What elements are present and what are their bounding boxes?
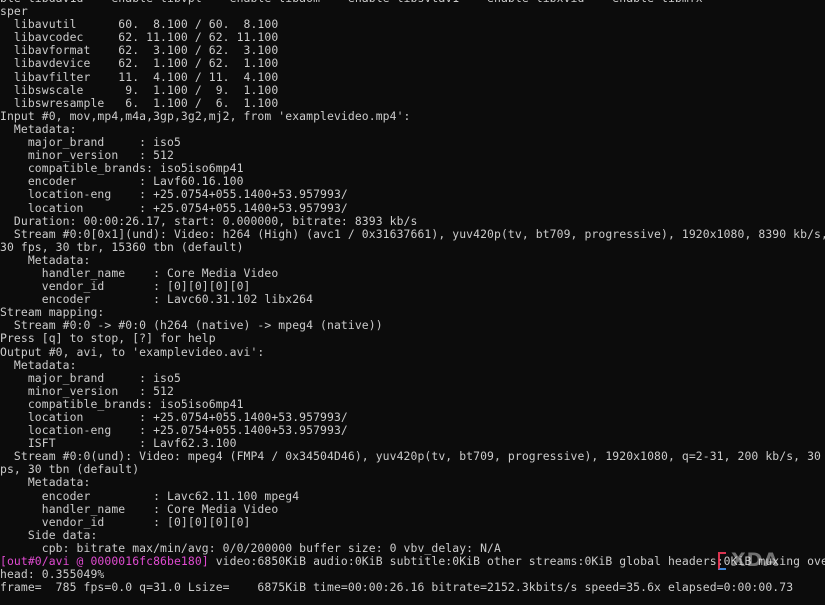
terminal-line-text: Stream #0:0 -> #0:0 (h264 (native) -> mp… xyxy=(0,318,383,333)
terminal-line: frame= 785 fps=0.0 q=31.0 Lsize= 6875KiB… xyxy=(0,581,825,594)
terminal-line-text: Metadata: xyxy=(0,357,77,372)
terminal-line-text: cpb: bitrate max/min/avg: 0/0/200000 buf… xyxy=(0,540,501,555)
terminal-line-text: minor_version : 512 xyxy=(0,383,174,398)
terminal-line-text: 30 fps, 30 tbr, 15360 tbn (default) xyxy=(0,239,244,254)
terminal-line: [out#0/avi @ 0000016fc86be180] video:685… xyxy=(0,554,825,569)
terminal-line-text: sper xyxy=(0,4,28,19)
terminal-line-text: Input #0, mov,mp4,m4a,3gp,3g2,mj2, from … xyxy=(0,108,411,123)
terminal-line-text: compatible_brands: iso5iso6mp41 xyxy=(0,396,244,411)
terminal-line: Output #0, avi, to 'examplevideo.avi': xyxy=(0,344,825,359)
terminal-line-text: handler_name : Core Media Video xyxy=(0,265,279,280)
terminal-line: vendor_id : [0][0][0][0] xyxy=(0,514,825,529)
terminal-line-text: Side data: xyxy=(0,527,98,542)
terminal-line-text: frame= 785 fps=0.0 q=31.0 Lsize= 6875KiB… xyxy=(0,580,794,595)
terminal-line: Input #0, mov,mp4,m4a,3gp,3g2,mj2, from … xyxy=(0,108,825,123)
terminal-line-text: location : +25.0754+055.1400+53.957993/ xyxy=(0,200,348,215)
terminal-line-text: vendor_id : [0][0][0][0] xyxy=(0,514,251,529)
terminal-line-text: head: 0.355049% xyxy=(0,567,105,582)
terminal-line-text: encoder : Lavc60.31.102 libx264 xyxy=(0,292,314,307)
terminal-line-text: handler_name : Core Media Video xyxy=(0,501,279,516)
terminal-line-text: encoder : Lavf60.16.100 xyxy=(0,174,244,189)
terminal-line-text: libavformat 62. 3.100 / 62. 3.100 xyxy=(0,43,279,58)
terminal-line-text: Stream #0:0[0x1](und): Video: h264 (High… xyxy=(0,226,825,241)
terminal-line: ps, 30 tbn (default) xyxy=(0,463,825,476)
terminal-line-text: compatible_brands: iso5iso6mp41 xyxy=(0,161,244,176)
terminal-line-text: encoder : Lavc62.11.100 mpeg4 xyxy=(0,488,300,503)
terminal-line-text: ISFT : Lavf62.3.100 xyxy=(0,436,237,451)
terminal-line-text: Stream #0:0(und): Video: mpeg4 (FMP4 / 0… xyxy=(0,449,825,464)
terminal-line-text: vendor_id : [0][0][0][0] xyxy=(0,279,251,294)
terminal-line-text: minor_version : 512 xyxy=(0,148,174,163)
terminal-line-text: Duration: 00:00:26.17, start: 0.000000, … xyxy=(0,213,418,228)
terminal-line-text: Stream mapping: xyxy=(0,305,105,320)
terminal-line-text: Metadata: xyxy=(0,252,91,267)
terminal-line-text: major_brand : iso5 xyxy=(0,370,181,385)
terminal-window[interactable]: ble-libdav1d --enable-libvpl --enable-li… xyxy=(0,0,825,605)
terminal-line-text: libavutil 60. 8.100 / 60. 8.100 xyxy=(0,17,279,32)
terminal-line: ble-libdav1d --enable-libvpl --enable-li… xyxy=(0,0,825,5)
terminal-output: ble-libdav1d --enable-libvpl --enable-li… xyxy=(0,0,825,594)
terminal-line-text: libavcodec 62. 11.100 / 62. 11.100 xyxy=(0,30,279,45)
terminal-line-text: location : +25.0754+055.1400+53.957993/ xyxy=(0,410,348,424)
xda-watermark-text: XDA xyxy=(731,549,780,571)
xda-watermark-logo: XDA xyxy=(718,549,798,571)
terminal-line-text: Metadata: xyxy=(0,475,91,490)
xda-bracket-icon xyxy=(718,552,728,570)
terminal-line-text: location-eng : +25.0754+055.1400+53.9579… xyxy=(0,423,348,438)
terminal-line-text: Metadata: xyxy=(0,121,77,136)
terminal-line-text: location-eng : +25.0754+055.1400+53.9579… xyxy=(0,187,348,202)
terminal-line-text: major_brand : iso5 xyxy=(0,135,181,150)
terminal-line-text: ble-libdav1d --enable-libvpl --enable-li… xyxy=(0,0,703,5)
terminal-line: 30 fps, 30 tbr, 15360 tbn (default) xyxy=(0,239,825,254)
terminal-line: encoder : Lavc60.31.102 libx264 xyxy=(0,293,825,306)
terminal-line-text: libswscale 9. 1.100 / 9. 1.100 xyxy=(0,82,279,97)
terminal-line-text: Output #0, avi, to 'examplevideo.avi': xyxy=(0,344,265,359)
terminal-line-text: Press [q] to stop, [?] for help xyxy=(0,331,216,346)
log-context-prefix: [out#0/avi @ 0000016fc86be180] xyxy=(0,554,209,569)
terminal-line-text: libavfilter 11. 4.100 / 11. 4.100 xyxy=(0,69,279,84)
terminal-line-text: libavdevice 62. 1.100 / 62. 1.100 xyxy=(0,56,279,71)
terminal-line-text: libswresample 6. 1.100 / 6. 1.100 xyxy=(0,95,279,110)
terminal-line-text: ps, 30 tbn (default) xyxy=(0,462,140,477)
